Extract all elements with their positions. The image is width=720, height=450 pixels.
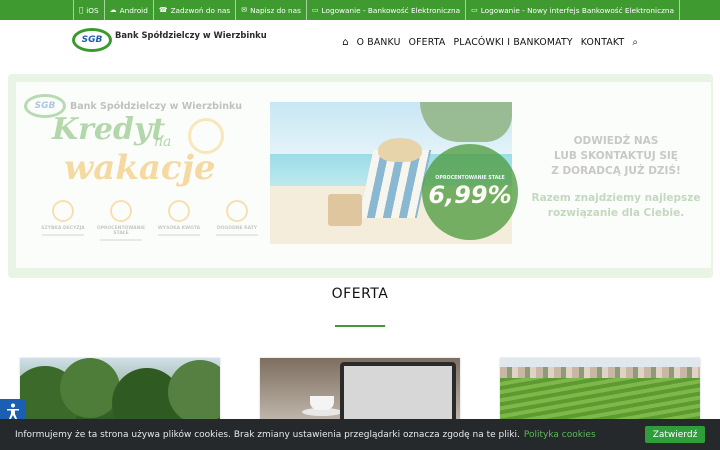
cta-sub-1: Razem znajdziemy najlepsze <box>531 192 701 204</box>
cookie-banner: Informujemy że ta strona używa plików co… <box>0 419 720 450</box>
android-app-link[interactable]: ☁ Android <box>103 0 153 20</box>
offer-card[interactable] <box>20 358 220 428</box>
offer-card[interactable] <box>260 358 460 428</box>
feature-label: Oprocentowanie stałe <box>96 226 146 236</box>
top-utility-bar:  iOS ☁ Android ☎ Zadzwoń do nas ✉ Napis… <box>0 0 720 20</box>
online-banking-login-link[interactable]: ▭ Logowanie - Bankowość Elektroniczna <box>305 0 465 20</box>
feature-label: Szybka decyzja <box>41 226 85 231</box>
online-banking-login-label: Logowanie - Bankowość Elektroniczna <box>317 5 461 15</box>
cta-line-2: LUB SKONTAKTUJ SIĘ <box>554 150 678 162</box>
envelope-icon: ✉ <box>236 5 247 14</box>
call-us-link[interactable]: ☎ Zadzwoń do nas <box>152 0 235 20</box>
banner-feature: Oprocentowanie stałe <box>96 200 146 241</box>
feature-label: Dogodne raty <box>216 226 258 231</box>
banner-cta: ODWIEDŹ NAS LUB SKONTAKTUJ SIĘ Z DORADCĄ… <box>526 134 706 221</box>
nav-item-placowki[interactable]: PLACÓWKI I BANKOMATY <box>453 37 572 48</box>
banner-feature: Wysoka kwota <box>154 200 204 236</box>
apple-icon:  <box>79 6 83 14</box>
feature-icon <box>52 200 74 222</box>
monitor-icon: ▭ <box>466 5 478 14</box>
cookie-policy-link[interactable]: Polityka cookies <box>524 430 596 440</box>
banner-headline-kredyt: Kredyt <box>52 112 166 147</box>
feature-icon <box>110 200 132 222</box>
new-interface-login-label: Logowanie - Nowy interfejs Bankowość Ele… <box>476 5 674 15</box>
nav-item-kontakt[interactable]: KONTAKT <box>581 37 625 48</box>
android-link-label: Android <box>115 5 148 15</box>
android-icon: ☁ <box>105 5 117 14</box>
home-icon[interactable]: ⌂ <box>342 37 348 48</box>
card-image-cup <box>310 396 334 410</box>
write-to-us-label: Napisz do nas <box>245 5 301 15</box>
bank-logo[interactable]: SGB Bank Spółdzielczy w Wierzbinku <box>72 28 267 52</box>
ios-link-label: iOS <box>82 5 98 15</box>
section-divider <box>335 325 385 327</box>
ios-app-link[interactable]:  iOS <box>73 0 104 20</box>
main-navigation: ⌂ O BANKU OFERTA PLACÓWKI I BANKOMATY KO… <box>342 37 638 48</box>
rate-badge-value: 6,99% <box>428 180 512 209</box>
cta-line-1: ODWIEDŹ NAS <box>573 135 659 147</box>
feature-line <box>100 239 142 241</box>
rate-badge: oprocentowanie stałe 6,99% <box>422 144 518 240</box>
phone-icon: ☎ <box>154 5 168 14</box>
section-title: OFERTA <box>331 286 389 302</box>
photo-hat <box>378 138 422 162</box>
feature-line <box>42 234 84 236</box>
banner-headline-wakacje: wakacje <box>64 148 216 188</box>
photo-bag <box>328 194 362 226</box>
nav-item-o-banku[interactable]: O BANKU <box>357 37 401 48</box>
call-us-label: Zadzwoń do nas <box>166 5 231 15</box>
sgb-logo-text: SGB <box>81 35 103 45</box>
feature-icon <box>168 200 190 222</box>
banner-feature: Szybka decyzja <box>38 200 88 236</box>
top-links:  iOS ☁ Android ☎ Zadzwoń do nas ✉ Napis… <box>73 0 681 20</box>
monitor-icon: ▭ <box>307 5 319 14</box>
nav-item-oferta[interactable]: OFERTA <box>409 37 446 48</box>
search-icon[interactable]: ⌕ <box>632 37 638 48</box>
card-image-tree <box>60 358 120 418</box>
cookie-message: Informujemy że ta strona używa plików co… <box>15 429 520 440</box>
new-interface-login-link[interactable]: ▭ Logowanie - Nowy interfejs Bankowość E… <box>465 0 681 20</box>
site-header: SGB Bank Spółdzielczy w Wierzbinku ⌂ O B… <box>0 20 720 70</box>
write-to-us-link[interactable]: ✉ Napisz do nas <box>235 0 306 20</box>
sgb-logo-mark: SGB <box>72 28 112 52</box>
promo-banner[interactable]: SGB Bank Spółdzielczy w Wierzbinku Kredy… <box>8 74 713 278</box>
offer-card[interactable] <box>500 358 700 428</box>
cta-sub-2: rozwiązanie dla Ciebie. <box>547 207 685 219</box>
banner-logo-text: SGB <box>34 101 56 111</box>
bank-name: Bank Spółdzielczy w Wierzbinku <box>115 30 267 40</box>
banner-card: SGB Bank Spółdzielczy w Wierzbinku Kredy… <box>16 82 711 268</box>
cta-line-3: Z DORADCĄ JUŻ DZIŚ! <box>551 165 681 177</box>
accessibility-icon <box>6 403 19 420</box>
banner-feature: Dogodne raty <box>212 200 262 236</box>
cookie-accept-button[interactable]: Zatwierdź <box>645 426 705 443</box>
feature-icon <box>226 200 248 222</box>
banner-bank-name: Bank Spółdzielczy w Wierzbinku <box>70 100 243 112</box>
feature-line <box>216 234 258 236</box>
feature-line <box>158 234 200 236</box>
feature-label: Wysoka kwota <box>157 226 201 231</box>
